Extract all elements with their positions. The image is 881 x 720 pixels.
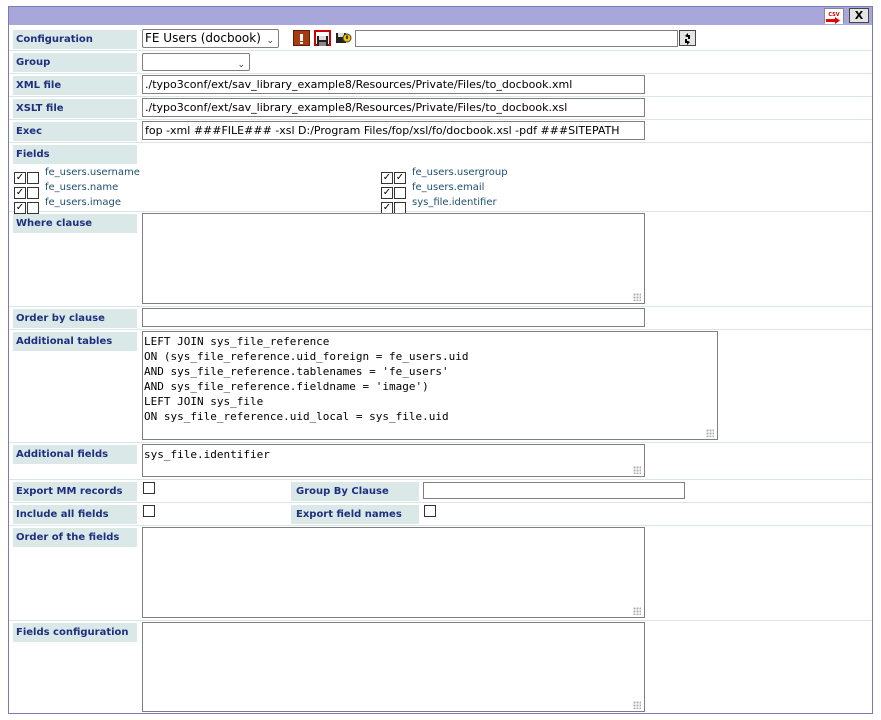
row-additional-fields: Additional fields sys_file.identifier xyxy=(9,443,872,480)
field-name: sys_file.identifier xyxy=(412,197,497,208)
include-all-checkbox[interactable] xyxy=(143,505,155,517)
field-checkbox-pair: ✓ xyxy=(381,187,407,200)
export-field-names-checkbox[interactable] xyxy=(424,505,436,517)
field-name: fe_users.username xyxy=(45,167,140,178)
save-as-config-button[interactable] xyxy=(335,30,352,46)
additional-tables-label: Additional tables xyxy=(13,332,137,351)
order-fields-label: Order of the fields xyxy=(13,528,137,547)
save-as-icon xyxy=(336,33,352,43)
floppy-disk-icon xyxy=(317,36,328,46)
config-search-input[interactable] xyxy=(355,30,678,47)
resize-grip-icon[interactable] xyxy=(706,429,714,437)
resize-grip-icon[interactable] xyxy=(633,607,641,615)
additional-fields-label: Additional fields xyxy=(13,445,137,464)
resize-grip-icon[interactable] xyxy=(633,293,641,301)
warning-icon xyxy=(300,34,303,44)
order-fields-textarea[interactable] xyxy=(142,527,645,618)
delete-config-button[interactable] xyxy=(293,30,310,46)
configuration-select[interactable]: FE Users (docbook) ⌄ xyxy=(142,29,279,48)
xml-file-input[interactable]: ./typo3conf/ext/sav_library_example8/Res… xyxy=(142,75,645,94)
close-button[interactable]: X xyxy=(849,8,869,23)
field-select-checkbox[interactable]: ✓ xyxy=(381,172,393,184)
field-export-checkbox[interactable] xyxy=(27,187,39,199)
resize-grip-icon[interactable] xyxy=(633,701,641,709)
field-name: fe_users.image xyxy=(45,197,122,208)
group-label: Group xyxy=(13,53,137,72)
field-export-checkbox[interactable] xyxy=(394,187,406,199)
where-clause-label: Where clause xyxy=(13,214,137,233)
xslt-file-label: XSLT file xyxy=(13,99,137,118)
refresh-button[interactable] xyxy=(679,30,696,46)
save-config-button[interactable] xyxy=(314,30,331,46)
export-form-frame: CSV X Configuration FE Users (docbook) ⌄… xyxy=(8,6,873,714)
export-mm-label: Export MM records xyxy=(13,482,137,501)
field-checkbox-pair: ✓ xyxy=(14,187,40,200)
field-name: fe_users.name xyxy=(45,182,119,193)
svg-text:CSV: CSV xyxy=(828,12,839,18)
group-by-input[interactable] xyxy=(423,482,685,499)
refresh-icon xyxy=(685,33,690,45)
field-checkbox-pair: ✓ xyxy=(14,172,40,185)
field-select-checkbox[interactable]: ✓ xyxy=(14,187,26,199)
row-exec: Exec fop -xml ###FILE### -xsl D:/Program… xyxy=(9,120,872,143)
field-export-checkbox[interactable]: ✓ xyxy=(394,172,406,184)
configuration-selected-value: FE Users (docbook) xyxy=(145,31,261,45)
exec-label: Exec xyxy=(13,122,137,141)
group-by-label: Group By Clause xyxy=(291,482,419,501)
row-group: Group ⌄ xyxy=(9,51,872,74)
row-where-clause: Where clause xyxy=(9,212,872,307)
row-order-fields: Order of the fields xyxy=(9,526,872,621)
order-by-label: Order by clause xyxy=(13,309,137,328)
order-by-input[interactable] xyxy=(142,308,645,327)
row-fields-configuration: Fields configuration xyxy=(9,621,872,713)
row-include-all: Include all fields Export field names xyxy=(9,503,872,526)
resize-grip-icon[interactable] xyxy=(633,466,641,474)
group-select[interactable]: ⌄ xyxy=(142,53,250,71)
fields-configuration-label: Fields configuration xyxy=(13,623,137,642)
additional-fields-textarea[interactable]: sys_file.identifier xyxy=(142,444,645,477)
title-bar: CSV X xyxy=(9,7,872,25)
field-export-checkbox[interactable] xyxy=(27,172,39,184)
additional-tables-textarea[interactable]: LEFT JOIN sys_file_reference ON (sys_fil… xyxy=(142,331,718,440)
configuration-label: Configuration xyxy=(13,30,137,49)
export-mm-checkbox[interactable] xyxy=(143,482,155,494)
field-checkbox-pair: ✓ ✓ xyxy=(381,172,407,185)
xslt-file-input[interactable]: ./typo3conf/ext/sav_library_example8/Res… xyxy=(142,98,645,117)
row-xml-file: XML file ./typo3conf/ext/sav_library_exa… xyxy=(9,74,872,97)
field-select-checkbox[interactable]: ✓ xyxy=(14,172,26,184)
chevron-down-icon: ⌄ xyxy=(237,60,245,70)
csv-export-button[interactable]: CSV xyxy=(824,8,844,24)
row-order-by: Order by clause xyxy=(9,307,872,330)
fields-label: Fields xyxy=(13,145,137,164)
row-fields: Fields ✓ fe_users.username ✓ fe_users.name ✓… xyxy=(9,143,872,214)
fields-configuration-textarea[interactable] xyxy=(142,622,645,712)
export-field-names-label: Export field names xyxy=(291,505,419,524)
field-select-checkbox[interactable]: ✓ xyxy=(381,187,393,199)
include-all-label: Include all fields xyxy=(13,505,137,524)
field-name: fe_users.email xyxy=(412,182,485,193)
where-clause-textarea[interactable] xyxy=(142,213,645,304)
csv-export-icon: CSV xyxy=(825,11,843,24)
row-configuration: Configuration FE Users (docbook) ⌄ xyxy=(9,28,872,51)
xml-file-label: XML file xyxy=(13,76,137,95)
field-name: fe_users.usergroup xyxy=(412,167,508,178)
row-xslt-file: XSLT file ./typo3conf/ext/sav_library_ex… xyxy=(9,97,872,120)
chevron-down-icon: ⌄ xyxy=(266,36,274,46)
exec-input[interactable]: fop -xml ###FILE### -xsl D:/Program File… xyxy=(142,121,645,140)
row-export-mm: Export MM records Group By Clause xyxy=(9,480,872,503)
row-additional-tables: Additional tables LEFT JOIN sys_file_ref… xyxy=(9,330,872,443)
